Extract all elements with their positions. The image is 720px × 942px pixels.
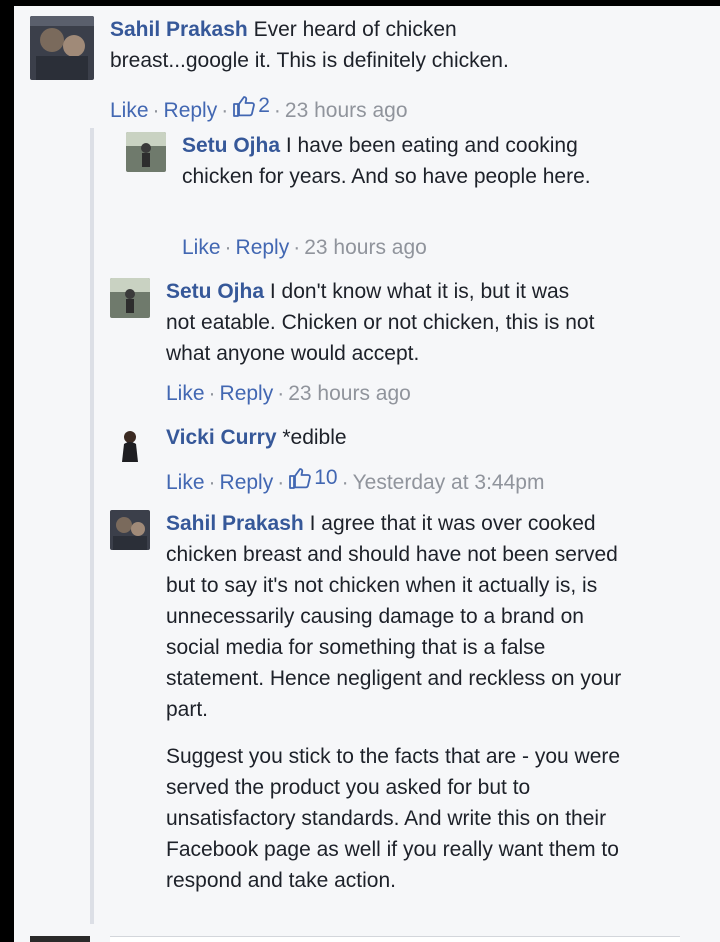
reply-body: Setu Ojha I have been eating and cooking… [182, 130, 622, 192]
reply-author[interactable]: Setu Ojha [182, 134, 280, 157]
reply-author[interactable]: Sahil Prakash [166, 512, 304, 535]
reply-body: Vicki Curry *edible [166, 422, 596, 453]
like-count[interactable]: 10 [288, 464, 338, 492]
reply-actions: Like · Reply · 10 · Yesterday at 3:44pm [166, 464, 545, 494]
avatar[interactable] [126, 132, 166, 172]
reply-author[interactable]: Vicki Curry [166, 426, 277, 449]
reply-author[interactable]: Setu Ojha [166, 280, 264, 303]
next-avatar-peek [30, 936, 90, 942]
avatar-photo-icon [30, 16, 94, 80]
avatar-photo-icon [126, 132, 166, 172]
timestamp[interactable]: 23 hours ago [304, 236, 427, 259]
reply-text: *edible [282, 426, 347, 449]
comment-body: Sahil Prakash Ever heard of chicken brea… [110, 14, 590, 76]
like-link[interactable]: Like [182, 236, 221, 259]
thumbs-up-icon [289, 468, 312, 489]
reply-link[interactable]: Reply [220, 471, 274, 494]
avatar[interactable] [30, 16, 94, 80]
reply-link[interactable]: Reply [164, 99, 218, 122]
reply-actions: Like · Reply · 23 hours ago [182, 236, 427, 259]
avatar[interactable] [110, 424, 150, 464]
like-count-value: 2 [258, 94, 270, 117]
avatar-photo-icon [110, 278, 150, 318]
timestamp[interactable]: Yesterday at 3:44pm [353, 471, 545, 494]
like-count[interactable]: 2 [232, 92, 270, 120]
thumbs-up-icon [233, 96, 256, 117]
like-link[interactable]: Like [166, 471, 205, 494]
reply-actions: Like · Reply · 23 hours ago [166, 382, 411, 405]
avatar[interactable] [110, 510, 150, 550]
avatar[interactable] [110, 278, 150, 318]
reply-text: I agree that it was over cooked chicken … [166, 512, 622, 721]
like-link[interactable]: Like [166, 382, 205, 405]
reply-paragraph-2: Suggest you stick to the facts that are … [166, 745, 621, 892]
avatar-photo-icon [110, 424, 150, 464]
comment-author[interactable]: Sahil Prakash [110, 18, 248, 41]
reply-thread-line [90, 128, 94, 924]
avatar-photo-icon [110, 510, 150, 550]
reply-paragraph-1: Sahil Prakash I agree that it was over c… [166, 508, 636, 725]
comment-actions: Like · Reply · 2 · 23 hours ago [110, 92, 408, 122]
reply-body: Sahil Prakash I agree that it was over c… [166, 508, 636, 896]
reply-body: Setu Ojha I don't know what it is, but i… [166, 276, 596, 369]
reply-link[interactable]: Reply [236, 236, 290, 259]
reply-link[interactable]: Reply [220, 382, 274, 405]
timestamp[interactable]: 23 hours ago [288, 382, 411, 405]
like-link[interactable]: Like [110, 99, 149, 122]
comment-thread-panel: Sahil Prakash Ever heard of chicken brea… [14, 6, 720, 942]
reply-input-peek[interactable] [110, 936, 680, 942]
like-count-value: 10 [314, 466, 338, 489]
timestamp[interactable]: 23 hours ago [285, 99, 408, 122]
